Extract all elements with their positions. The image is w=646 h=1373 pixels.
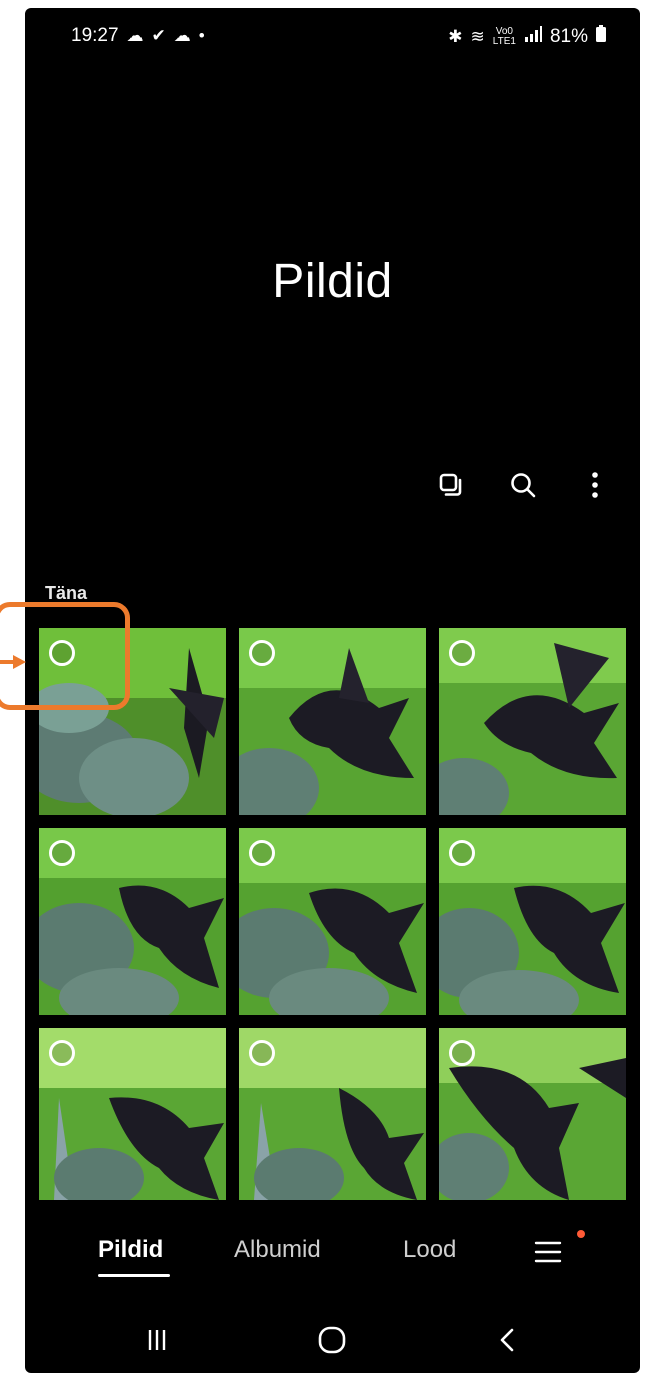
pointer-arrow-icon	[0, 655, 26, 669]
notification-dot-icon: •	[198, 26, 205, 45]
notification-badge	[577, 1230, 585, 1238]
photo-thumbnail[interactable]	[439, 628, 626, 815]
section-label-today: Täna	[45, 583, 88, 603]
hamburger-menu-icon	[534, 1241, 562, 1263]
select-multiple-button[interactable]	[432, 466, 470, 504]
cloud-icon: ☁	[126, 26, 144, 45]
back-icon	[500, 1328, 514, 1352]
photo-thumbnail[interactable]	[239, 1028, 426, 1200]
active-tab-indicator	[98, 1274, 170, 1277]
photo-thumbnail[interactable]	[439, 828, 626, 1015]
photo-thumbnail[interactable]	[239, 628, 426, 815]
page-title: Pildid	[272, 255, 393, 308]
select-checkbox[interactable]	[249, 840, 275, 866]
photo-thumbnail[interactable]	[39, 1028, 226, 1200]
select-checkbox[interactable]	[449, 840, 475, 866]
recent-apps-icon	[148, 1330, 166, 1350]
select-checkbox[interactable]	[249, 1040, 275, 1066]
tab-albumid[interactable]: Albumid	[234, 1236, 321, 1264]
bluetooth-icon: ✱	[448, 26, 463, 46]
battery-icon	[596, 25, 606, 48]
system-navigation-bar	[25, 1308, 640, 1368]
more-options-button[interactable]	[576, 466, 614, 504]
select-checkbox[interactable]	[249, 640, 275, 666]
wifi-icon: ≋	[470, 26, 485, 46]
bottom-navigation: Pildid Albumid Lood	[25, 1230, 640, 1282]
cloud-icon-2: ☁	[173, 26, 191, 45]
status-bar: 19:27 ☁ ✔ ☁ • ✱ ≋ Vo0 LTE1 81%	[25, 8, 640, 68]
status-right: ✱ ≋ Vo0 LTE1 81%	[448, 25, 606, 48]
select-checkbox[interactable]	[49, 1040, 75, 1066]
tab-pildid[interactable]: Pildid	[98, 1236, 163, 1264]
network-bottom: LTE1	[492, 35, 516, 47]
check-icon: ✔	[151, 26, 166, 45]
photo-thumbnail[interactable]	[39, 828, 226, 1015]
select-checkbox[interactable]	[449, 640, 475, 666]
search-button[interactable]	[504, 466, 542, 504]
status-left: 19:27 ☁ ✔ ☁ •	[71, 25, 205, 47]
tab-lood[interactable]: Lood	[403, 1236, 456, 1264]
toolbar	[432, 466, 614, 504]
signal-icon	[524, 25, 542, 48]
home-button[interactable]	[310, 1320, 354, 1360]
menu-button[interactable]	[533, 1238, 567, 1270]
network-type: Vo0 LTE1	[492, 25, 516, 47]
search-icon	[511, 473, 536, 498]
more-options-icon	[592, 472, 598, 498]
home-icon	[318, 1326, 346, 1354]
battery-level: 81%	[549, 25, 588, 47]
network-top: Vo0	[495, 25, 513, 37]
select-multiple-icon	[439, 473, 462, 496]
status-time: 19:27	[71, 25, 119, 46]
select-checkbox[interactable]	[49, 840, 75, 866]
photo-grid	[39, 628, 627, 1200]
photo-thumbnail[interactable]	[239, 828, 426, 1015]
photo-thumbnail[interactable]	[439, 1028, 626, 1200]
select-checkbox[interactable]	[449, 1040, 475, 1066]
back-button[interactable]	[485, 1320, 529, 1360]
recent-apps-button[interactable]	[135, 1320, 179, 1360]
